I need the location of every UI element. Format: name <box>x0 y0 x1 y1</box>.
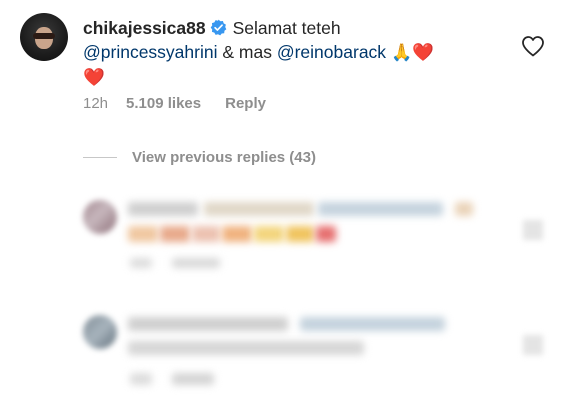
blurred-text <box>204 202 314 216</box>
heart-outline-icon[interactable] <box>521 35 545 57</box>
comment-meta: 12h 5.109 likes Reply <box>83 93 266 113</box>
reply-avatar[interactable] <box>83 315 117 349</box>
blurred-likes <box>172 373 214 385</box>
blurred-likes <box>172 258 220 268</box>
comment-text: chikajessica88 Selamat teteh @princessyah… <box>83 16 513 89</box>
pray-emoji-icon: 🙏 <box>390 43 413 62</box>
blurred-emoji <box>254 226 284 242</box>
view-previous-replies-button[interactable]: View previous replies (43) <box>83 146 316 168</box>
heart-outline-icon[interactable] <box>523 335 543 355</box>
blurred-emoji <box>160 226 190 242</box>
reply-avatar[interactable] <box>83 200 117 234</box>
blurred-emoji <box>316 226 336 242</box>
verified-badge-icon <box>210 19 226 36</box>
blurred-emoji <box>286 226 314 242</box>
red-heart-emoji-icon-2: ❤️ <box>83 67 105 87</box>
comment-text-start: Selamat teteh <box>232 18 341 38</box>
divider-line <box>83 156 117 158</box>
heart-outline-icon[interactable] <box>523 220 543 240</box>
blurred-username <box>128 202 198 216</box>
mention-link-2[interactable]: @reinobarack <box>277 42 386 62</box>
avatar[interactable] <box>20 13 68 61</box>
blurred-time <box>130 258 152 268</box>
blurred-emoji <box>455 202 473 216</box>
blurred-emoji <box>222 226 252 242</box>
red-heart-emoji-icon: ❤️ <box>412 42 434 62</box>
comment-connector: & mas <box>222 42 272 62</box>
blurred-mention <box>300 317 445 331</box>
blurred-time <box>130 373 152 385</box>
blurred-emoji <box>192 226 220 242</box>
mention-link-1[interactable]: @princessyahrini <box>83 42 217 62</box>
comment-username[interactable]: chikajessica88 <box>83 18 206 38</box>
view-previous-replies-label: View previous replies (43) <box>132 148 316 166</box>
blurred-username <box>128 317 288 331</box>
blurred-emoji <box>128 226 158 242</box>
blurred-mention <box>318 202 443 216</box>
blurred-text <box>128 341 364 355</box>
avatar-glasses <box>33 33 55 39</box>
comment-main: chikajessica88 Selamat teteh @princessyah… <box>0 0 576 120</box>
reply-button[interactable]: Reply <box>225 95 266 112</box>
comment-time: 12h <box>83 94 109 112</box>
reply-item-2 <box>0 305 576 395</box>
reply-item-1 <box>0 190 576 280</box>
comment-likes[interactable]: 5.109 likes <box>126 95 201 112</box>
